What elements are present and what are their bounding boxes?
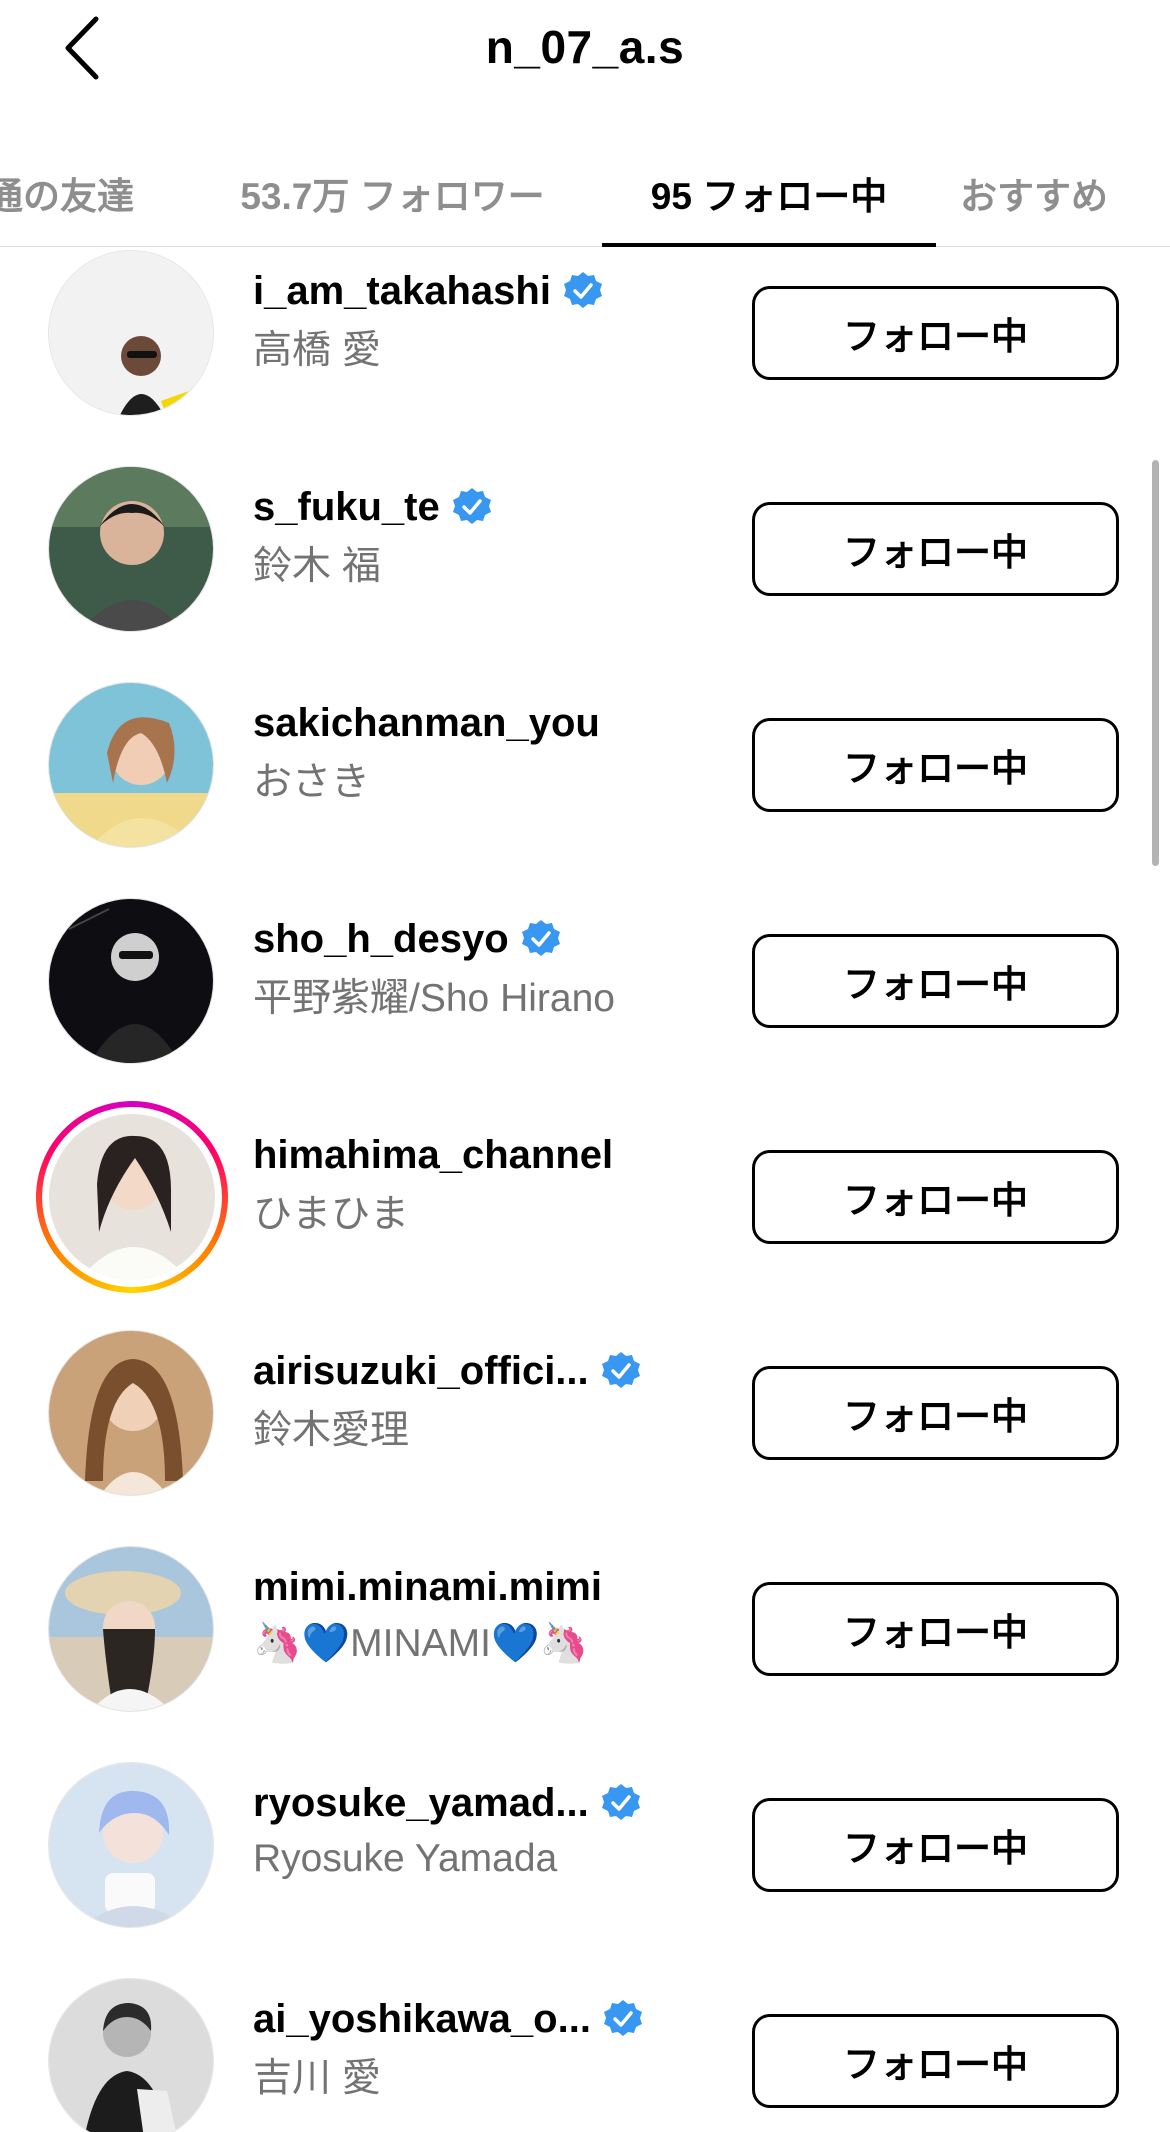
username[interactable]: mimi.minami.mimi — [253, 1565, 602, 1610]
list-item[interactable]: ryosuke_yamad... Ryosuke Yamada フォロー中 — [0, 1756, 1170, 1972]
page-title: n_07_a.s — [485, 21, 685, 73]
tab-label: おすすめ — [960, 176, 1108, 217]
verified-badge-icon — [452, 488, 491, 524]
list-item[interactable]: mimi.minami.mimi 🦄💙MINAMI💙🦄 フォロー中 — [0, 1540, 1170, 1756]
username-line: sho_h_desyo — [253, 912, 561, 966]
list-item[interactable]: sakichanman_you おさき フォロー中 — [0, 676, 1170, 892]
full-name: 鈴木愛理 — [253, 1409, 410, 1452]
tab-suggested[interactable]: おすすめ — [960, 140, 1170, 246]
full-name: 吉川 愛 — [253, 2057, 381, 2100]
story-ring[interactable] — [36, 1101, 228, 1293]
following-button[interactable]: フォロー中 — [752, 1798, 1119, 1892]
following-button[interactable]: フォロー中 — [752, 934, 1119, 1028]
avatar[interactable] — [48, 1978, 214, 2132]
username-line: airisuzuki_offici... — [253, 1344, 641, 1398]
avatar[interactable] — [48, 466, 214, 632]
username-line: ai_yoshikawa_o... — [253, 1992, 643, 2046]
verified-badge-icon — [601, 1352, 640, 1388]
full-name: 高橋 愛 — [253, 329, 381, 372]
tab-following[interactable]: 95 フォロー中 — [602, 140, 936, 247]
avatar[interactable] — [48, 1762, 214, 1928]
tab-bar: 通の友達 53.7万 フォロワー 95 フォロー中 おすすめ — [0, 140, 1170, 247]
list-item[interactable]: i_am_takahashi 高橋 愛 フォロー中 — [0, 246, 1170, 460]
avatar[interactable] — [48, 1546, 214, 1712]
avatar[interactable] — [48, 1330, 214, 1496]
full-name: ひまひま — [253, 1193, 410, 1236]
following-button[interactable]: フォロー中 — [752, 286, 1119, 380]
avatar[interactable] — [49, 1114, 215, 1280]
list-item[interactable]: himahima_channel ひまひま フォロー中 — [0, 1101, 1170, 1324]
avatar[interactable] — [48, 250, 214, 416]
following-button[interactable]: フォロー中 — [752, 502, 1119, 596]
username[interactable]: sakichanman_you — [253, 701, 600, 746]
verified-badge-icon — [603, 2000, 642, 2036]
full-name: 鈴木 福 — [253, 545, 381, 588]
username-line: s_fuku_te — [253, 480, 492, 534]
username[interactable]: sho_h_desyo — [253, 917, 509, 962]
verified-badge-icon — [563, 272, 602, 308]
username-line: himahima_channel — [253, 1128, 613, 1182]
tab-label: 通の友達 — [0, 176, 134, 217]
following-button[interactable]: フォロー中 — [752, 718, 1119, 812]
full-name: Ryosuke Yamada — [253, 1837, 558, 1880]
full-name: 🦄💙MINAMI💙🦄 — [253, 1622, 589, 1665]
top-bar: n_07_a.s — [0, 0, 1170, 100]
username[interactable]: s_fuku_te — [253, 485, 440, 530]
following-button[interactable]: フォロー中 — [752, 1582, 1119, 1676]
tab-mutual-friends[interactable]: 通の友達 — [0, 140, 156, 246]
verified-badge-icon — [601, 1784, 640, 1820]
tab-followers[interactable]: 53.7万 フォロワー — [200, 140, 585, 246]
tab-label: 53.7万 フォロワー — [240, 176, 545, 217]
avatar[interactable] — [48, 898, 214, 1064]
username-line: sakichanman_you — [253, 696, 600, 750]
list-item[interactable]: s_fuku_te 鈴木 福 フォロー中 — [0, 460, 1170, 676]
username-line: ryosuke_yamad... — [253, 1776, 641, 1830]
scrollbar[interactable] — [1152, 460, 1159, 866]
list-item[interactable]: sho_h_desyo 平野紫耀/Sho Hirano フォロー中 — [0, 892, 1170, 1108]
full-name: 平野紫耀/Sho Hirano — [253, 977, 615, 1020]
username[interactable]: himahima_channel — [253, 1133, 613, 1178]
username[interactable]: ryosuke_yamad... — [253, 1781, 589, 1826]
full-name: おさき — [253, 761, 371, 804]
username-line: mimi.minami.mimi — [253, 1560, 602, 1614]
following-button[interactable]: フォロー中 — [752, 2014, 1119, 2108]
following-button[interactable]: フォロー中 — [752, 1366, 1119, 1460]
username[interactable]: airisuzuki_offici... — [253, 1349, 589, 1394]
following-list[interactable]: i_am_takahashi 高橋 愛 フォロー中 s_fuku_te 鈴木 福… — [0, 246, 1170, 2132]
verified-badge-icon — [521, 920, 560, 956]
list-item[interactable]: airisuzuki_offici... 鈴木愛理 フォロー中 — [0, 1324, 1170, 1540]
tab-label: 95 フォロー中 — [650, 176, 888, 217]
username-line: i_am_takahashi — [253, 264, 603, 318]
avatar[interactable] — [48, 682, 214, 848]
following-button[interactable]: フォロー中 — [752, 1150, 1119, 1244]
username[interactable]: ai_yoshikawa_o... — [253, 1997, 591, 2042]
username[interactable]: i_am_takahashi — [253, 269, 551, 314]
list-item[interactable]: ai_yoshikawa_o... 吉川 愛 フォロー中 — [0, 1972, 1170, 2132]
